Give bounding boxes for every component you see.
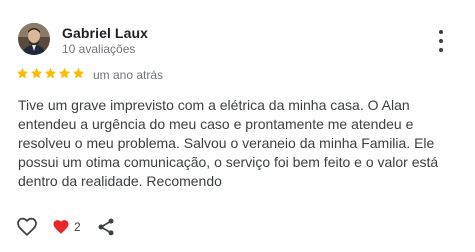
red-heart-icon <box>53 220 69 234</box>
like-button[interactable] <box>16 216 38 238</box>
review-card: Gabriel Laux 10 avaliações um ano atrás … <box>0 0 475 252</box>
star-icon <box>30 67 43 79</box>
star-icon <box>44 67 57 79</box>
heart-outline-icon <box>17 217 37 236</box>
reviewer-name[interactable]: Gabriel Laux <box>62 25 148 41</box>
avatar[interactable] <box>18 23 50 55</box>
review-text: Tive um grave imprevisto com a elétrica … <box>18 97 439 189</box>
star-icon <box>16 67 29 79</box>
heart-count: 2 <box>74 220 81 234</box>
review-date: um ano atrás <box>93 68 164 82</box>
star-rating <box>16 67 85 81</box>
review-count: 10 avaliações <box>62 42 136 56</box>
more-options-icon[interactable] <box>431 30 451 52</box>
star-icon <box>58 67 71 79</box>
share-icon <box>98 218 114 236</box>
star-icon <box>72 67 85 79</box>
share-button[interactable] <box>96 217 116 237</box>
heart-reaction-button[interactable] <box>52 218 70 236</box>
